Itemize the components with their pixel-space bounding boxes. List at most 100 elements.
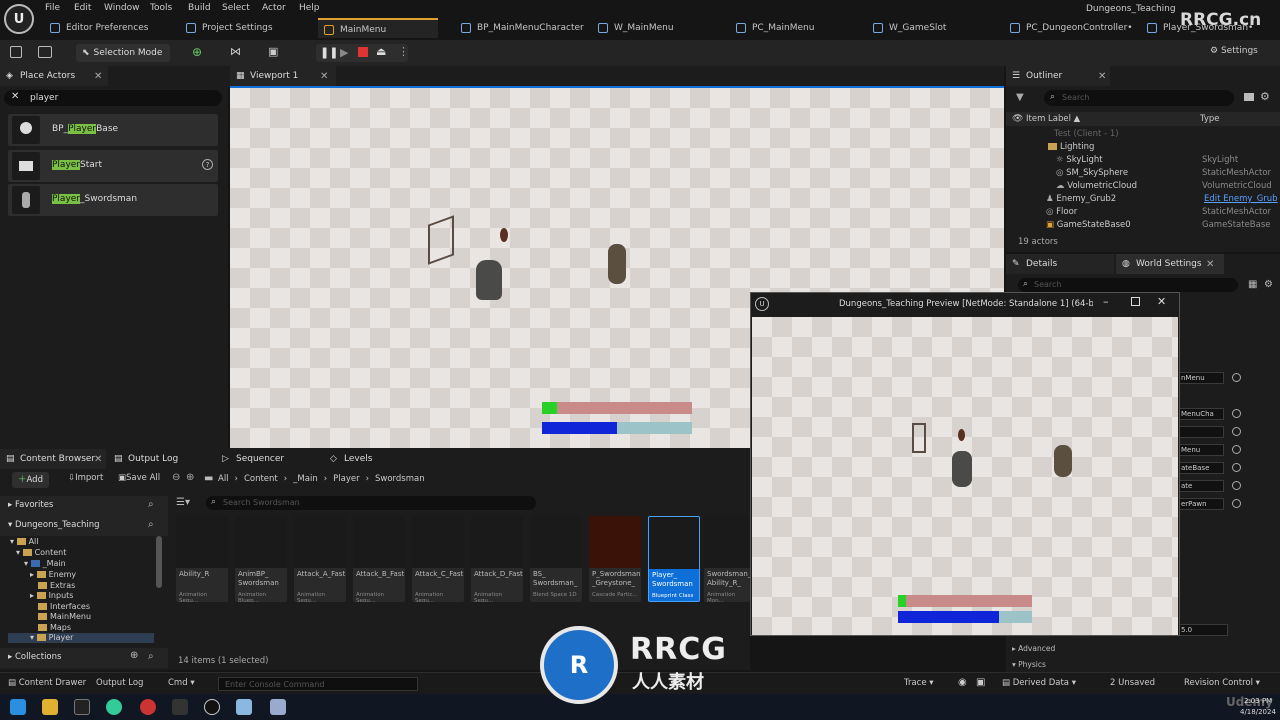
details-search[interactable]: ⌕ Search [1018,278,1238,292]
tree-item-main[interactable]: ▾ _Main [24,559,66,569]
search-icon[interactable]: ⌕ [148,499,154,510]
browse-icon[interactable] [1232,373,1241,382]
details-field-default-pawn[interactable]: MenuCha [1178,408,1224,420]
details-field-game-state[interactable]: ateBase [1178,462,1224,474]
unreal-logo-icon[interactable]: U [4,4,34,34]
add-actor-icon[interactable]: ⊕ [192,45,208,59]
asset-tile[interactable]: Swordsman_ Ability_R_ Animation Mon... [704,516,750,602]
folder-add-icon[interactable] [1244,93,1254,101]
favorites-header[interactable]: ▸ Favorites ⌕ [0,496,168,516]
menu-help[interactable]: Help [299,3,320,13]
actor-item-player-swordsman[interactable]: Player_Swordsman [8,184,218,216]
cinematics-icon[interactable]: ▣ [268,45,284,59]
collections-header[interactable]: ▸ Collections ⊕ ⌕ [0,648,168,668]
eject-icon[interactable]: ⏏ [376,45,386,58]
help-icon[interactable]: ? [202,159,213,170]
actor-item-bp-playerbase[interactable]: BP_PlayerBase [8,114,218,146]
col-item-label[interactable]: Item Label ▲ [1026,114,1080,124]
details-field-player-state[interactable]: ate [1178,480,1224,492]
tree-item-all[interactable]: ▾ All [10,537,38,547]
stop-icon[interactable] [358,47,368,57]
app-icon[interactable] [270,699,286,715]
project-header[interactable]: ▾ Dungeons_Teaching ⌕ [0,516,168,536]
asset-tile[interactable]: Ability_R Animation Sequ... [176,516,228,602]
tab-place-actors[interactable]: ◈ Place Actors [0,66,108,86]
gear-icon[interactable]: ⚙ [1264,279,1273,290]
tab-details[interactable]: ✎ Details [1006,254,1114,274]
search-icon[interactable]: ⌕ [148,519,154,530]
more-options-icon[interactable]: ⋮ [398,45,409,58]
asset-tile[interactable]: Attack_D_Fast Animation Sequ... [471,516,523,602]
breadcrumb-content[interactable]: Content [244,474,278,484]
asset-tile[interactable]: Attack_B_Fast Animation Sequ... [353,516,405,602]
content-drawer-button[interactable]: ▤ Content Drawer [8,678,86,688]
step-icon[interactable]: ▶ [340,46,348,59]
tab-editor-preferences[interactable]: Editor Preferences [44,18,158,38]
close-icon[interactable]: ✕ [94,71,102,82]
file-explorer-icon[interactable] [42,699,58,715]
menu-tools[interactable]: Tools [150,3,172,13]
asset-tile[interactable]: AnimBP_ Swordsman Animation Bluep... [235,516,287,602]
outliner-row-volumetriccloud[interactable]: ☁ VolumetricCloud VolumetricCloud [1056,181,1280,194]
section-advanced[interactable]: ▸ Advanced [1012,644,1055,653]
breadcrumb-swordsman[interactable]: Swordsman [375,474,425,484]
menu-file[interactable]: File [45,3,60,13]
outliner-row-floor[interactable]: ◎ Floor StaticMeshActor [1046,207,1280,220]
forward-icon[interactable]: ⊕ [186,472,194,483]
camera-icon[interactable]: ▣ [976,677,985,688]
trace-dropdown[interactable]: Trace ▾ [904,678,934,688]
outliner-search[interactable]: ⌕ Search [1044,90,1234,106]
save-all-button[interactable]: ▣Save All [118,473,160,483]
maximize-icon[interactable] [1131,297,1140,306]
browse-icon[interactable] [1232,409,1241,418]
search-input[interactable]: Search [1062,93,1089,102]
tab-outliner[interactable]: ☰ Outliner [1006,66,1110,86]
close-icon[interactable]: ✕ [1098,71,1106,82]
game-preview-viewport[interactable] [752,317,1178,635]
console-input[interactable]: Enter Console Command [218,677,418,691]
outliner-row-sm-skysphere[interactable]: ◎ SM_SkySphere StaticMeshActor [1056,168,1280,181]
actor-item-playerstart[interactable]: PlayerStart ? [8,150,218,182]
back-icon[interactable]: ⊖ [172,472,180,483]
menu-select[interactable]: Select [222,3,250,13]
details-field-player-controller[interactable]: Menu [1178,444,1224,456]
tree-item-interfaces[interactable]: Interfaces [38,602,90,612]
close-icon[interactable]: ✕ [1206,259,1214,270]
section-physics[interactable]: ▾ Physics [1012,660,1046,669]
search-input[interactable]: Search Swordsman [223,498,300,507]
browse-icon[interactable] [1232,499,1241,508]
tab-mainmenu[interactable]: MainMenu [318,18,438,38]
tree-item-player[interactable]: ▾ Player [8,633,154,643]
browse-icon[interactable] [1232,481,1241,490]
menu-build[interactable]: Build [188,3,211,13]
details-field-spectator[interactable]: erPawn [1178,498,1224,510]
search-icon[interactable]: ⌕ [148,651,154,662]
revision-control-button[interactable]: Revision Control ▾ [1184,678,1260,688]
outliner-row-enemy-grub2[interactable]: ♟ Enemy_Grub2 Edit Enemy_Grub [1046,194,1280,207]
gear-icon[interactable]: ⚙ [1260,90,1270,103]
tree-item-content[interactable]: ▾ Content [16,548,66,558]
tab-player-swordsman[interactable]: Player_Swordsman• [1141,18,1263,38]
outliner-row-gamestatebase0[interactable]: ▣ GameStateBase0 GameStateBase [1046,220,1280,233]
tab-pc-dungeoncontroller[interactable]: PC_DungeonController• [1004,18,1143,38]
browse-icon[interactable] [1232,463,1241,472]
chrome-icon[interactable] [106,699,122,715]
tab-project-settings[interactable]: Project Settings [180,18,283,38]
selection-mode-dropdown[interactable]: ⬉Selection Mode ▾ [76,44,170,76]
outliner-row-lighting[interactable]: Lighting [1048,142,1280,155]
epic-games-icon[interactable] [172,699,188,715]
close-icon[interactable]: ✕ [320,71,328,82]
tab-w-gameslot[interactable]: W_GameSlot [867,18,956,38]
breadcrumb-player[interactable]: Player [333,474,359,484]
clear-search-icon[interactable]: ✕ [11,91,19,102]
menu-window[interactable]: Window [104,3,140,13]
add-button[interactable]: ＋Add [12,472,49,488]
tree-item-inputs[interactable]: ▸ Inputs [30,591,73,601]
col-type[interactable]: Type [1200,114,1220,124]
asset-tile[interactable]: Attack_A_Fast Animation Sequ... [294,516,346,602]
filter-icon[interactable]: ▼ [1016,92,1024,103]
breadcrumb-all[interactable]: All [218,474,229,484]
derived-data-button[interactable]: ▤ Derived Data ▾ [1002,678,1076,688]
search-input[interactable]: player [30,93,58,103]
details-field-hud[interactable] [1178,426,1224,438]
